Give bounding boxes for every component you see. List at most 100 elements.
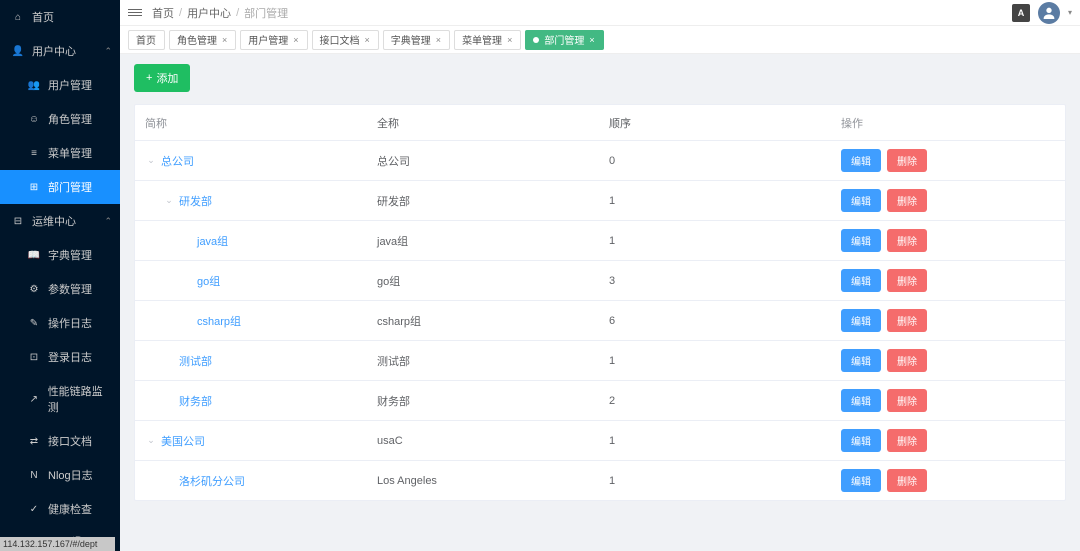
- sidebar-item-0[interactable]: ⌂首页: [0, 0, 120, 34]
- sidebar-item-6[interactable]: ⊟运维中心⌃: [0, 204, 120, 238]
- tabbar: 首页角色管理× 用户管理 × 接口文档 × 字典管理 × 菜单管理 × 部门管理 ×: [120, 26, 1080, 54]
- delete-button[interactable]: 删除: [887, 189, 927, 212]
- dept-name-link[interactable]: 财务部: [179, 393, 212, 409]
- tab-5[interactable]: 菜单管理 ×: [454, 30, 521, 50]
- sidebar-item-5[interactable]: ⊞部门管理: [0, 170, 120, 204]
- delete-button[interactable]: 删除: [887, 149, 927, 172]
- table-row: 测试部 测试部 1 编辑 删除: [135, 341, 1065, 381]
- sidebar-icon: ⊡: [28, 351, 40, 363]
- sidebar-item-12[interactable]: ⇄接口文档: [0, 424, 120, 458]
- edit-button[interactable]: 编辑: [841, 269, 881, 292]
- tab-label: 接口文档: [320, 32, 360, 47]
- dept-name-link[interactable]: java组: [197, 233, 228, 249]
- sidebar-label: 首页: [32, 9, 54, 25]
- dept-name-link[interactable]: 测试部: [179, 353, 212, 369]
- sidebar-item-13[interactable]: NNlog日志: [0, 458, 120, 492]
- tab-6[interactable]: 部门管理 ×: [525, 30, 603, 50]
- delete-button[interactable]: 删除: [887, 389, 927, 412]
- table-row: java组 java组 1 编辑 删除: [135, 221, 1065, 261]
- delete-button[interactable]: 删除: [887, 469, 927, 492]
- close-icon[interactable]: ×: [222, 35, 227, 45]
- sidebar-item-4[interactable]: ≡菜单管理: [0, 136, 120, 170]
- tab-4[interactable]: 字典管理 ×: [383, 30, 450, 50]
- tab-3[interactable]: 接口文档 ×: [312, 30, 379, 50]
- sidebar-item-9[interactable]: ✎操作日志: [0, 306, 120, 340]
- user-menu-caret-icon[interactable]: ▾: [1068, 8, 1072, 17]
- dept-name-link[interactable]: go组: [197, 273, 220, 289]
- cell-name: 洛杉矶分公司: [135, 465, 367, 497]
- sidebar-icon: ⊞: [28, 181, 40, 193]
- cell-ops: 编辑 删除: [831, 141, 1065, 180]
- dept-table: 简称 全称 顺序 操作 ⌄ 总公司 总公司 0 编辑 删除 ⌄ 研发部 研发部 …: [134, 104, 1066, 501]
- cell-full: csharp组: [367, 305, 599, 337]
- cell-full: usaC: [367, 427, 599, 455]
- sidebar-item-3[interactable]: ☺角色管理: [0, 102, 120, 136]
- delete-button[interactable]: 删除: [887, 229, 927, 252]
- sidebar-icon: ⊟: [12, 215, 24, 227]
- cell-full: Los Angeles: [367, 467, 599, 495]
- breadcrumb-1[interactable]: 用户中心: [187, 5, 231, 21]
- expand-icon[interactable]: ⌄: [163, 195, 175, 207]
- dept-name-link[interactable]: csharp组: [197, 313, 241, 329]
- cell-full: go组: [367, 265, 599, 297]
- lang-switch[interactable]: A: [1012, 4, 1030, 22]
- cell-ops: 编辑 删除: [831, 341, 1065, 380]
- close-icon[interactable]: ×: [436, 35, 441, 45]
- expand-icon[interactable]: ⌄: [145, 435, 157, 447]
- cell-full: 研发部: [367, 185, 599, 217]
- cell-full: 财务部: [367, 385, 599, 417]
- tab-label: 菜单管理: [462, 32, 502, 47]
- breadcrumb-home[interactable]: 首页: [152, 5, 174, 21]
- menu-toggle-icon[interactable]: [128, 6, 142, 20]
- tab-label: 用户管理: [248, 32, 288, 47]
- sidebar-item-11[interactable]: ↗性能链路监测: [0, 374, 120, 424]
- close-icon[interactable]: ×: [507, 35, 512, 45]
- tab-label: 部门管理: [544, 32, 584, 47]
- tab-label: 字典管理: [391, 32, 431, 47]
- close-icon[interactable]: ×: [293, 35, 298, 45]
- sidebar-item-1[interactable]: 👤用户中心⌃: [0, 34, 120, 68]
- edit-button[interactable]: 编辑: [841, 469, 881, 492]
- sidebar-icon: N: [28, 469, 40, 481]
- sidebar-item-10[interactable]: ⊡登录日志: [0, 340, 120, 374]
- delete-button[interactable]: 删除: [887, 309, 927, 332]
- cell-name: go组: [135, 265, 367, 297]
- col-header-name: 简称: [135, 107, 367, 139]
- avatar[interactable]: [1038, 2, 1060, 24]
- edit-button[interactable]: 编辑: [841, 429, 881, 452]
- edit-button[interactable]: 编辑: [841, 309, 881, 332]
- cell-name: ⌄ 美国公司: [135, 425, 367, 457]
- edit-button[interactable]: 编辑: [841, 189, 881, 212]
- dept-name-link[interactable]: 洛杉矶分公司: [179, 473, 245, 489]
- close-icon[interactable]: ×: [589, 35, 594, 45]
- close-icon[interactable]: ×: [365, 35, 370, 45]
- sidebar-item-8[interactable]: ⚙参数管理: [0, 272, 120, 306]
- edit-button[interactable]: 编辑: [841, 349, 881, 372]
- expand-icon: [163, 475, 175, 487]
- plus-icon: +: [146, 72, 152, 84]
- edit-button[interactable]: 编辑: [841, 149, 881, 172]
- delete-button[interactable]: 删除: [887, 349, 927, 372]
- add-button[interactable]: + 添加: [134, 64, 190, 92]
- sidebar-label: 接口文档: [48, 433, 92, 449]
- tab-2[interactable]: 用户管理 ×: [240, 30, 307, 50]
- tab-1[interactable]: 角色管理×: [169, 30, 236, 50]
- sidebar-item-7[interactable]: 📖字典管理: [0, 238, 120, 272]
- col-header-full: 全称: [367, 107, 599, 139]
- sidebar-item-2[interactable]: 👥用户管理: [0, 68, 120, 102]
- edit-button[interactable]: 编辑: [841, 389, 881, 412]
- cell-order: 1: [599, 427, 831, 455]
- cell-order: 1: [599, 347, 831, 375]
- dept-name-link[interactable]: 总公司: [161, 153, 194, 169]
- delete-button[interactable]: 删除: [887, 429, 927, 452]
- edit-button[interactable]: 编辑: [841, 229, 881, 252]
- sidebar-item-14[interactable]: ✓健康检查: [0, 492, 120, 526]
- cell-order: 2: [599, 387, 831, 415]
- delete-button[interactable]: 删除: [887, 269, 927, 292]
- dept-name-link[interactable]: 美国公司: [161, 433, 205, 449]
- expand-icon[interactable]: ⌄: [145, 155, 157, 167]
- dept-name-link[interactable]: 研发部: [179, 193, 212, 209]
- status-bar: 114.132.157.167/#/dept: [0, 537, 115, 551]
- tab-0[interactable]: 首页: [128, 30, 165, 50]
- header: 首页 / 用户中心 / 部门管理 A ▾: [120, 0, 1080, 26]
